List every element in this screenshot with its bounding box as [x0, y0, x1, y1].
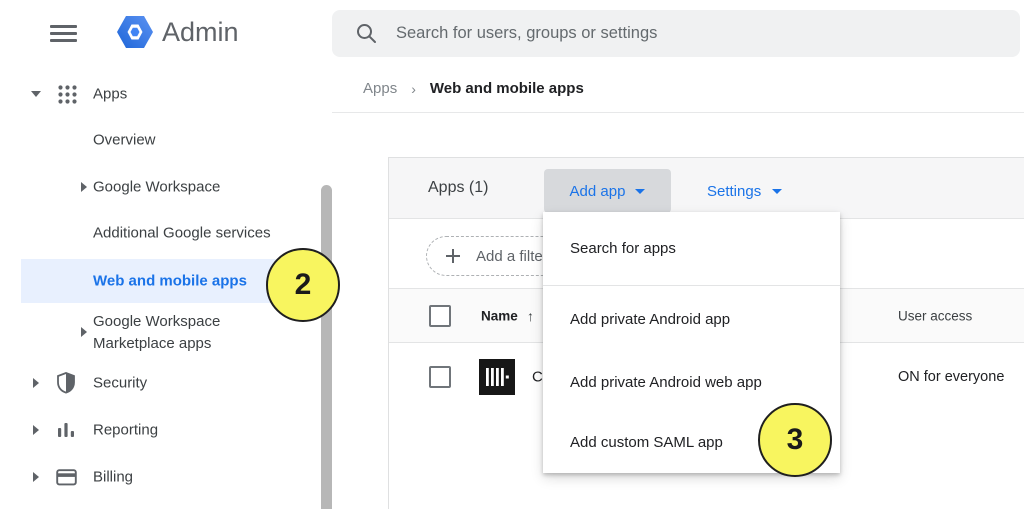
- search-input[interactable]: [396, 24, 956, 43]
- apps-count-label: Apps (1): [428, 179, 488, 197]
- breadcrumb-apps-link[interactable]: Apps: [363, 80, 397, 97]
- add-filter-label: Add a filte: [476, 248, 543, 265]
- app-name-cell: C: [532, 369, 543, 386]
- user-access-column-header: User access: [898, 309, 972, 324]
- user-access-cell: ON for everyone: [898, 369, 1004, 385]
- chevron-down-icon[interactable]: [31, 91, 41, 97]
- header-divider: [332, 112, 1024, 113]
- chevron-down-icon: [772, 189, 782, 194]
- chevron-right-icon[interactable]: [81, 182, 87, 192]
- card-toolbar: Apps (1) Add app Settings: [389, 158, 1024, 219]
- sidebar-item-google-workspace[interactable]: Google Workspace: [93, 179, 220, 196]
- security-shield-icon: [56, 372, 76, 394]
- sidebar-item-apps[interactable]: Apps: [93, 86, 127, 103]
- menu-item-add-private-android-app[interactable]: Add private Android app: [543, 286, 840, 352]
- add-app-button[interactable]: Add app: [544, 169, 671, 213]
- sidebar-item-security[interactable]: Security: [93, 375, 147, 392]
- sidebar-item-overview[interactable]: Overview: [93, 132, 156, 149]
- name-column-header[interactable]: Name: [481, 309, 518, 324]
- menu-item-search-for-apps[interactable]: Search for apps: [543, 212, 840, 286]
- settings-button-label: Settings: [707, 183, 761, 200]
- google-admin-logo-icon: [116, 13, 154, 56]
- billing-card-icon: [56, 469, 77, 486]
- breadcrumb: Apps › Web and mobile apps: [363, 80, 584, 97]
- chevron-right-icon[interactable]: [33, 472, 39, 482]
- sidebar-item-reporting[interactable]: Reporting: [93, 422, 158, 439]
- sidebar-item-additional-google-services[interactable]: Additional Google services: [93, 225, 271, 242]
- search-icon: [356, 23, 377, 44]
- brand-name: Admin: [162, 17, 239, 48]
- app-logo-icon: [479, 359, 515, 395]
- add-app-button-label: Add app: [570, 183, 626, 200]
- sidebar-item-billing[interactable]: Billing: [93, 469, 133, 486]
- sidebar-scrollbar[interactable]: [321, 185, 332, 509]
- breadcrumb-separator: ›: [411, 81, 416, 97]
- hamburger-menu-icon[interactable]: [50, 25, 77, 42]
- annotation-step-3-badge: 3: [758, 403, 832, 477]
- sidebar-item-marketplace-apps[interactable]: Google Workspace Marketplace apps: [93, 311, 243, 355]
- apps-grid-icon: [57, 84, 78, 105]
- breadcrumb-current-page: Web and mobile apps: [430, 80, 584, 97]
- chevron-right-icon[interactable]: [33, 425, 39, 435]
- annotation-step-2-badge: 2: [266, 248, 340, 322]
- admin-console-window: Admin Apps › Web and mobile apps Apps Ov…: [0, 0, 1024, 509]
- reporting-chart-icon: [56, 421, 76, 439]
- plus-icon: [444, 247, 462, 265]
- row-checkbox[interactable]: [429, 366, 451, 388]
- sort-ascending-icon[interactable]: ↑: [527, 308, 534, 324]
- chevron-right-icon[interactable]: [33, 378, 39, 388]
- select-all-checkbox[interactable]: [429, 305, 451, 327]
- chevron-down-icon: [635, 189, 645, 194]
- global-search-bar[interactable]: [332, 10, 1020, 57]
- chevron-right-icon[interactable]: [81, 327, 87, 337]
- sidebar-item-web-and-mobile-apps[interactable]: Web and mobile apps: [93, 273, 247, 290]
- settings-button[interactable]: Settings: [701, 169, 788, 213]
